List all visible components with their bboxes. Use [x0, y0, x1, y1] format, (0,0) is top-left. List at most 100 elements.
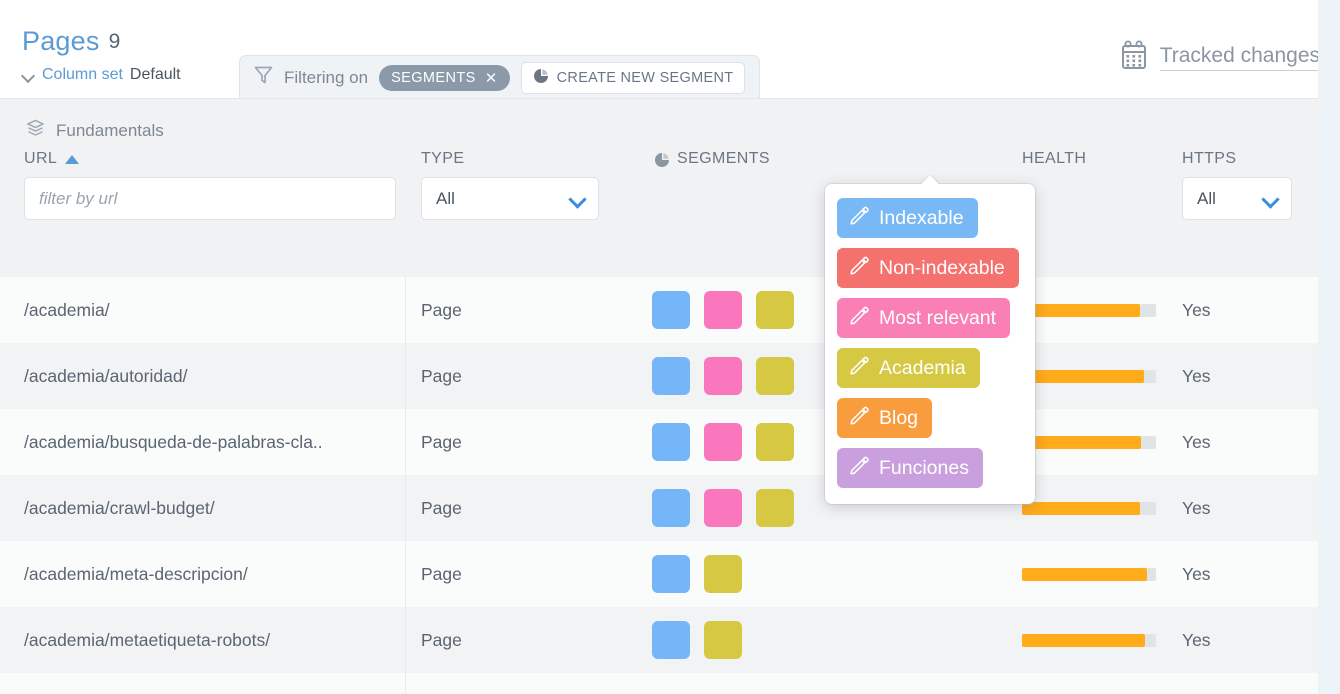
cell-type: Page: [421, 497, 462, 518]
column-header-url-label: URL: [24, 150, 58, 167]
cell-https: Yes: [1182, 299, 1211, 320]
section-fundamentals: Fundamentals: [26, 119, 164, 143]
https-select-value: All: [1197, 188, 1216, 208]
cell-health-bar: [1022, 435, 1156, 449]
segment-chip[interactable]: [704, 423, 742, 461]
table-row[interactable]: /academia/Page Yes: [0, 277, 1318, 343]
table-header-band: Fundamentals URL filter by url /acade OR…: [0, 98, 1318, 354]
segment-menu-item[interactable]: Non-indexable: [837, 248, 1019, 288]
cell-url[interactable]: /academia/metaetiqueta-robots/: [24, 630, 270, 651]
cell-segments: [652, 357, 794, 395]
segment-menu-item-label: Most relevant: [879, 306, 997, 329]
cell-url[interactable]: /academia/busqueda-de-palabras-cla..: [24, 432, 323, 453]
chevron-down-icon: [1263, 192, 1277, 206]
cell-segments: [652, 621, 742, 659]
segment-chip[interactable]: [704, 291, 742, 329]
cell-https: Yes: [1182, 629, 1211, 650]
segment-chip[interactable]: [756, 357, 794, 395]
column-set-selector[interactable]: Column set Default: [22, 66, 181, 84]
segment-chip[interactable]: [652, 357, 690, 395]
type-select-value: All: [436, 188, 455, 208]
table-row[interactable]: /academia/autoridad/Page Yes: [0, 343, 1318, 409]
table-row[interactable]: /academia/crawl-budget/Page Yes: [0, 475, 1318, 541]
segment-menu-item[interactable]: Blog: [837, 398, 933, 438]
pencil-icon[interactable]: [849, 255, 869, 281]
cell-health-bar: [1022, 633, 1156, 647]
type-filter-select[interactable]: All: [421, 177, 599, 220]
cell-health-bar: [1022, 501, 1156, 515]
table-row[interactable]: [0, 673, 1318, 694]
segment-chip[interactable]: [704, 489, 742, 527]
segment-chip[interactable]: [652, 489, 690, 527]
column-divider: [405, 277, 406, 694]
segment-chip[interactable]: [704, 555, 742, 593]
chevron-down-icon: [570, 192, 584, 206]
column-header-https-label: HTTPS: [1182, 150, 1237, 167]
cell-https: Yes: [1182, 365, 1211, 386]
column-header-health[interactable]: HEALTH: [1022, 150, 1086, 168]
cell-segments: [652, 555, 742, 593]
column-header-health-label: HEALTH: [1022, 150, 1087, 167]
cell-health-bar: [1022, 303, 1156, 317]
segment-menu-item-label: Blog: [879, 406, 919, 429]
segment-chip[interactable]: [756, 423, 794, 461]
table-row[interactable]: /academia/busqueda-de-palabras-cla.. Page…: [0, 409, 1318, 475]
cell-url[interactable]: /academia/autoridad/: [24, 366, 187, 387]
cell-type: Page: [421, 431, 462, 452]
pencil-icon[interactable]: [849, 355, 869, 381]
segment-chip[interactable]: [652, 291, 690, 329]
column-set-label: Column set: [42, 66, 123, 83]
https-filter-select[interactable]: All: [1182, 177, 1292, 220]
create-new-segment-button[interactable]: CREATE NEW SEGMENT: [520, 61, 746, 94]
table-row[interactable]: /academia/meta-descripcion/Page Yes: [0, 541, 1318, 607]
section-label: Fundamentals: [56, 121, 164, 140]
segment-menu-item-label: Non-indexable: [879, 256, 1005, 279]
health-bar-fill: [1022, 501, 1140, 515]
segment-menu-item[interactable]: Most relevant: [837, 298, 1011, 338]
cell-https: Yes: [1182, 431, 1211, 452]
column-set-value: Default: [129, 66, 181, 83]
column-header-url[interactable]: URL: [24, 150, 80, 168]
segment-menu-item[interactable]: Academia: [837, 348, 980, 388]
segment-menu-item[interactable]: Indexable: [837, 198, 978, 238]
pencil-icon[interactable]: [849, 205, 869, 231]
column-header-type[interactable]: TYPE: [421, 150, 464, 168]
right-side-panel: [1318, 0, 1340, 694]
health-bar-fill: [1022, 435, 1142, 449]
segment-chip[interactable]: [652, 423, 690, 461]
segment-chip[interactable]: [704, 357, 742, 395]
url-filter-placeholder: filter by url: [24, 177, 396, 220]
cell-https: Yes: [1182, 497, 1211, 518]
segment-chip[interactable]: [652, 621, 690, 659]
url-filter-input[interactable]: filter by url: [24, 177, 396, 220]
pencil-icon[interactable]: [849, 405, 869, 431]
create-new-segment-label: CREATE NEW SEGMENT: [556, 69, 734, 86]
sort-ascending-icon[interactable]: [65, 154, 80, 164]
column-header-segments[interactable]: SEGMENTS: [654, 150, 770, 168]
segment-chip[interactable]: [652, 555, 690, 593]
health-bar-fill: [1022, 633, 1146, 647]
cell-url[interactable]: /academia/: [24, 300, 110, 321]
cell-url[interactable]: /academia/crawl-budget/: [24, 498, 215, 519]
segment-chip[interactable]: [704, 621, 742, 659]
cell-health-bar: [1022, 567, 1156, 581]
pie-chart-icon: [654, 152, 669, 167]
column-header-segments-label: SEGMENTS: [677, 150, 770, 167]
cell-health-bar: [1022, 369, 1156, 383]
pencil-icon[interactable]: [849, 455, 869, 481]
pages-screen: Pages 9 Column set Default Tracked chang…: [0, 0, 1340, 694]
page-count: 9: [108, 30, 121, 53]
cell-url[interactable]: /academia/meta-descripcion/: [24, 564, 248, 585]
column-header-https[interactable]: HTTPS: [1182, 150, 1236, 168]
cell-type: Page: [421, 629, 462, 650]
segment-chip[interactable]: [756, 489, 794, 527]
segment-chip[interactable]: [756, 291, 794, 329]
tracked-changes-button[interactable]: Tracked changes: [1120, 40, 1320, 75]
segment-menu-item[interactable]: Funciones: [837, 448, 983, 488]
cell-segments: [652, 489, 794, 527]
pencil-icon[interactable]: [849, 305, 869, 331]
table-row[interactable]: /academia/metaetiqueta-robots/Page Yes: [0, 607, 1318, 673]
close-icon[interactable]: ✕: [485, 69, 498, 87]
dropdown-arrow: [921, 175, 939, 185]
segments-filter-pill[interactable]: SEGMENTS ✕: [379, 64, 510, 91]
